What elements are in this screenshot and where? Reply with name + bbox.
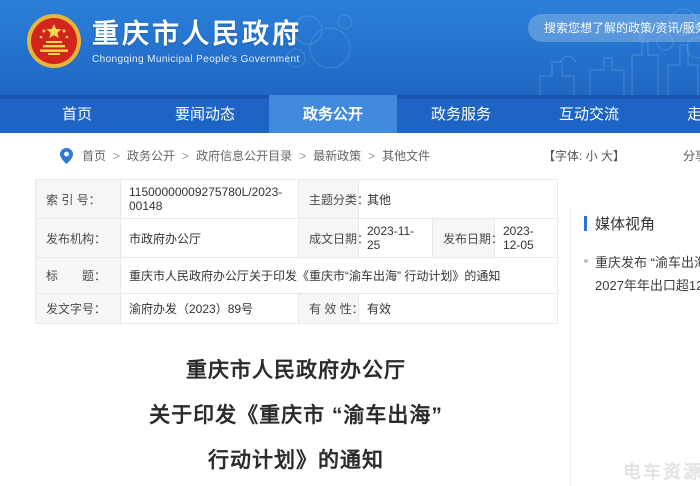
document-title-line: 行动计划》的通知 (208, 449, 384, 472)
table-row: 发布机构： 市政府办公厅 成文日期： 2023-11-25 发布日期： 2023… (35, 218, 558, 258)
main-column: 索 引 号： 11500000009275780L/2023-00148 主题分… (35, 179, 558, 486)
validity-label: 有 效 性： (298, 293, 364, 324)
validity-value: 有效 (358, 293, 558, 324)
site-title: 重庆市人民政府 (92, 19, 302, 49)
watermark: 电车资源 (623, 462, 700, 482)
document-title-line: 关于印发《重庆市 “渝车出海” (149, 404, 443, 427)
title-value: 重庆市人民政府办公厅关于印发《重庆市“渝车出海” 行动计划》的通知 (120, 257, 558, 294)
document-title-line: 重庆市人民政府办公厅 (186, 359, 406, 382)
nav-tab-gov-info[interactable]: 政务公开 (269, 95, 397, 133)
breadcrumb: 首页 > 政务公开 > 政府信息公开目录 > 最新政策 > 其他文件 (60, 147, 430, 164)
publish-date-value: 2023-12-05 (494, 218, 558, 258)
index-number-value: 11500000009275780L/2023-00148 (120, 179, 299, 219)
sidebar-section-media-view: 媒体视角 (584, 213, 700, 234)
table-row: 索 引 号： 11500000009275780L/2023-00148 主题分… (35, 179, 558, 219)
issuing-agency-value: 市政府办公厅 (120, 218, 299, 258)
nav-tab-services[interactable]: 政务服务 (397, 95, 525, 133)
doc-number-value: 渝府办发（2023）89号 (120, 293, 299, 324)
breadcrumb-other-documents: 其他文件 (382, 149, 431, 163)
site-subtitle: Chongqing Municipal People's Government (92, 54, 300, 65)
index-number-label: 索 引 号： (35, 179, 121, 219)
section-accent-bar (584, 216, 587, 231)
search-box[interactable] (528, 14, 700, 42)
written-date-label: 成文日期： (298, 218, 369, 258)
sidebar-section-title: 媒体视角 (595, 216, 656, 233)
main-nav: 首页 要闻动态 政务公开 政务服务 互动交流 走进重庆 (0, 95, 700, 133)
font-size-large-button[interactable]: 大 (601, 149, 613, 163)
nav-tab-home[interactable]: 首页 (13, 95, 141, 133)
search-input[interactable] (542, 20, 700, 36)
publish-date-label: 发布日期： (432, 218, 503, 258)
topic-category-value: 其他 (358, 179, 558, 219)
doc-number-label: 发文字号： (35, 293, 121, 324)
breadcrumb-gov-info[interactable]: 政务公开 (127, 147, 175, 164)
written-date-value: 2023-11-25 (358, 218, 433, 258)
issuing-agency-label: 发布机构： (35, 218, 121, 258)
nav-tab-about[interactable]: 走进重庆 (653, 95, 700, 133)
sidebar-article-line: 2027年年出口超1200 (595, 278, 700, 293)
font-size-small-button[interactable]: 小 (586, 149, 598, 163)
breadcrumb-separator: > (182, 148, 190, 163)
national-emblem-logo (27, 14, 81, 68)
breadcrumb-info-directory[interactable]: 政府信息公开目录 (196, 147, 292, 164)
table-row: 发文字号： 渝府办发（2023）89号 有 效 性： 有效 (35, 293, 558, 324)
font-size-label-suffix: 】 (613, 149, 626, 163)
title-label: 标 题： (35, 257, 121, 294)
share-button[interactable]: 分享 (683, 147, 700, 164)
document-info-table: 索 引 号： 11500000009275780L/2023-00148 主题分… (35, 179, 558, 324)
nav-tab-news[interactable]: 要闻动态 (141, 95, 269, 133)
breadcrumb-separator: > (368, 148, 376, 163)
sidebar-article-line: 重庆发布 “渝车出海” (595, 255, 700, 270)
table-row: 标 题： 重庆市人民政府办公厅关于印发《重庆市“渝车出海” 行动计划》的通知 (35, 257, 558, 294)
site-title-block: 重庆市人民政府 Chongqing Municipal People's Gov… (92, 18, 302, 65)
site-header: 重庆市人民政府 Chongqing Municipal People's Gov… (0, 0, 700, 95)
document-title: 重庆市人民政府办公厅 关于印发《重庆市 “渝车出海” 行动计划》的通知 (35, 348, 557, 483)
breadcrumb-home[interactable]: 首页 (82, 147, 106, 164)
nav-tab-interaction[interactable]: 互动交流 (525, 95, 653, 133)
breadcrumb-latest-policy[interactable]: 最新政策 (313, 147, 361, 164)
sidebar: 媒体视角 重庆发布 “渝车出海” 2027年年出口超1200 (570, 207, 700, 486)
breadcrumb-toolbar: 首页 > 政务公开 > 政府信息公开目录 > 最新政策 > 其他文件 【字体: … (0, 139, 700, 173)
sidebar-article-link[interactable]: 重庆发布 “渝车出海” 2027年年出口超1200 (584, 251, 700, 297)
bullet-dot-icon (584, 259, 588, 263)
font-size-label: 【字体: (543, 149, 586, 163)
breadcrumb-separator: > (113, 148, 121, 163)
topic-category-label: 主题分类： (298, 179, 369, 219)
location-pin-icon (60, 147, 73, 164)
breadcrumb-separator: > (299, 148, 307, 163)
page: 重庆市人民政府 Chongqing Municipal People's Gov… (0, 0, 700, 486)
font-size-control: 【字体: 小 大】 (543, 147, 625, 178)
